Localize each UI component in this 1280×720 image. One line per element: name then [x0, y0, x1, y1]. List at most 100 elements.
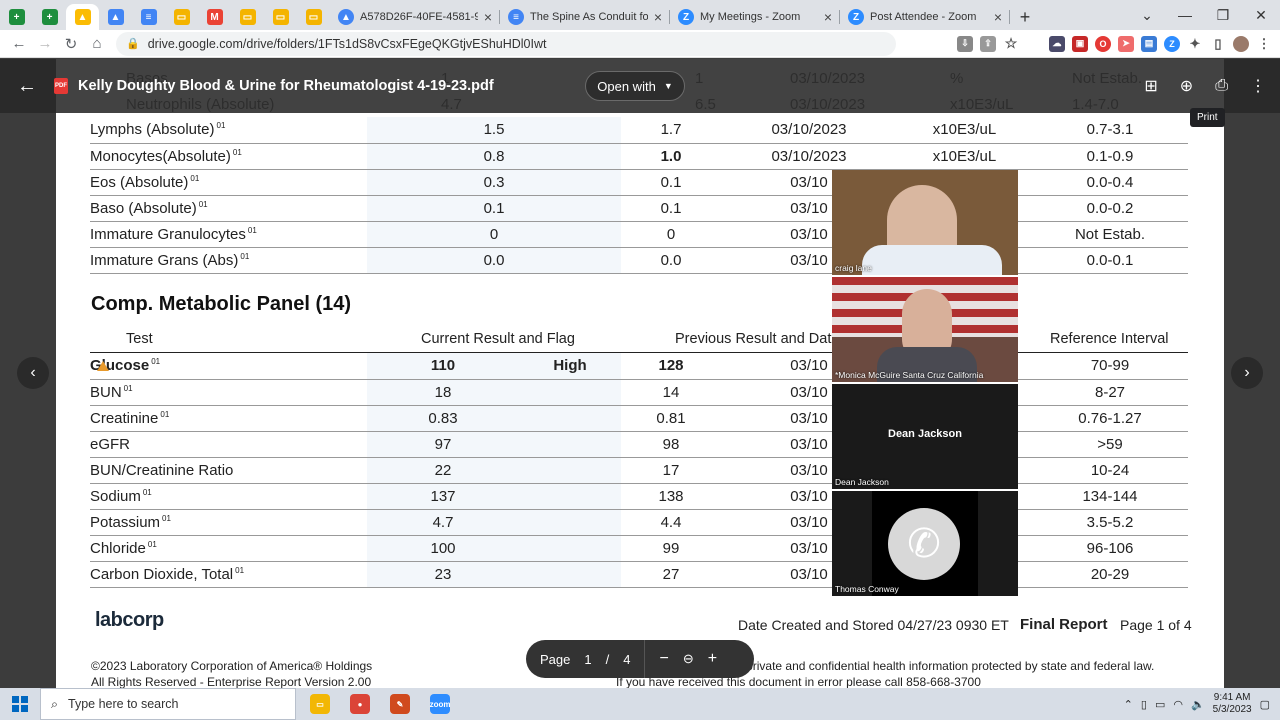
- browser-tab[interactable]: ▲ A578D26F-40FE-4581-92E3- ×: [330, 4, 500, 30]
- bookmark-star-icon[interactable]: ☆: [1003, 35, 1019, 52]
- drive-tab-icon: ▲: [107, 9, 124, 25]
- open-with-button[interactable]: Open with ▼: [585, 71, 685, 101]
- home-button[interactable]: ⌂: [86, 33, 108, 55]
- gmail-tab[interactable]: M: [198, 4, 231, 30]
- drive-tab-active[interactable]: ▲: [66, 4, 99, 30]
- magnifier-icon[interactable]: ⊖: [683, 651, 694, 667]
- extension-cloud-icon[interactable]: ☁: [1049, 35, 1065, 52]
- notifications-icon[interactable]: ▢: [1260, 698, 1270, 711]
- wifi-icon[interactable]: ◠: [1173, 698, 1183, 711]
- test-source-sup: 01: [147, 539, 157, 549]
- maximize-button[interactable]: ❐: [1204, 0, 1242, 30]
- extension-arrow-icon[interactable]: ➤: [1118, 35, 1134, 52]
- volume-icon[interactable]: 🔈: [1191, 698, 1205, 711]
- pen-app[interactable]: ✎: [380, 688, 420, 720]
- tab-search-icon[interactable]: ⌄: [1128, 0, 1166, 30]
- zoom-extension-icon[interactable]: Z: [1164, 35, 1180, 52]
- opera-icon[interactable]: O: [1095, 35, 1111, 52]
- new-tab-button[interactable]: +: [1010, 4, 1040, 30]
- test-name-text: Creatinine: [90, 409, 159, 427]
- open-with-label: Open with: [597, 78, 656, 94]
- page-navigator: Page 1 / 4 − ⊖ +: [526, 640, 754, 678]
- extension-blue-icon[interactable]: ▤: [1141, 35, 1157, 52]
- slides-tab-3[interactable]: ▭: [264, 4, 297, 30]
- tray-app-icon[interactable]: ▯: [1141, 698, 1147, 711]
- taskbar-search[interactable]: ⌕ Type here to search: [40, 688, 296, 720]
- windows-start-icon[interactable]: [0, 688, 40, 720]
- test-name: BUN/Creatinine Ratio: [90, 457, 367, 483]
- zoom-participant-tile[interactable]: craig lane: [832, 170, 1018, 275]
- zoom-app[interactable]: zoom: [420, 688, 460, 720]
- browser-tab[interactable]: Z My Meetings - Zoom ×: [670, 4, 840, 30]
- result-flag: [519, 379, 621, 405]
- minimize-button[interactable]: —: [1166, 0, 1204, 30]
- sheets-tab[interactable]: +: [0, 4, 33, 30]
- search-placeholder: Type here to search: [68, 697, 179, 711]
- result-flag: [519, 405, 621, 431]
- slides-tab[interactable]: ▭: [165, 4, 198, 30]
- reload-button[interactable]: ↻: [60, 33, 82, 55]
- more-options-icon[interactable]: ⋮: [1250, 76, 1266, 96]
- zoom-participant-tile[interactable]: Dean Jackson Dean Jackson: [832, 384, 1018, 489]
- participant-name: Dean Jackson: [835, 477, 889, 487]
- back-button[interactable]: ←: [8, 33, 30, 55]
- sheets-tab-2[interactable]: +: [33, 4, 66, 30]
- zoom-participant-tile[interactable]: *Monica McGuire Santa Cruz California: [832, 277, 1018, 382]
- previous-result: 138: [658, 487, 684, 505]
- slides-tab-2[interactable]: ▭: [231, 4, 264, 30]
- current-page-input[interactable]: 1: [584, 652, 591, 667]
- test-name: Glucose 01: [90, 353, 367, 379]
- puzzle-icon[interactable]: ✦: [1187, 35, 1203, 52]
- slides-tab-4[interactable]: ▭: [297, 4, 330, 30]
- print-icon[interactable]: ⎙: [1215, 77, 1228, 95]
- table-row: Chloride 01 100 99 03/10 96-106: [90, 535, 1188, 561]
- next-file-arrow-icon[interactable]: ›: [1231, 357, 1263, 389]
- chrome-app[interactable]: ●: [340, 688, 380, 720]
- file-explorer-app[interactable]: ▭: [300, 688, 340, 720]
- battery-icon[interactable]: ▭: [1155, 698, 1165, 711]
- tab-close-icon[interactable]: ×: [824, 9, 832, 25]
- prev-file-arrow-icon[interactable]: ‹: [17, 357, 49, 389]
- participant-center-name: Dean Jackson: [888, 428, 962, 440]
- test-source-sup: 01: [198, 199, 208, 209]
- tab-close-icon[interactable]: ×: [654, 9, 662, 25]
- browser-tab-bar: + + ▲ ▲ ≡ ▭ M ▭ ▭ ▭ ▲ A578D26F-40FE-4581-92E3- × ≡ Th…: [0, 0, 1280, 30]
- docs-tab[interactable]: ≡: [132, 4, 165, 30]
- more-menu-icon[interactable]: ⋮: [1256, 35, 1272, 52]
- test-name-text: Carbon Dioxide, Total: [90, 565, 234, 583]
- forward-button[interactable]: →: [34, 33, 56, 55]
- current-result: 97: [367, 431, 519, 457]
- docs-tab-icon: ≡: [140, 9, 157, 25]
- clock[interactable]: 9:41 AM 5/3/2023: [1213, 692, 1252, 716]
- drive-tab[interactable]: ▲: [99, 4, 132, 30]
- share-icon[interactable]: ⇪: [980, 35, 996, 52]
- zoom-out-button[interactable]: −: [659, 650, 668, 668]
- table-row: Creatinine 01 0.83 0.81 03/10 0.76-1.27: [90, 405, 1188, 431]
- current-result: 0: [367, 221, 621, 247]
- tray-chevron-icon[interactable]: ⌃: [1124, 698, 1133, 711]
- sidepanel-icon[interactable]: ▯: [1210, 35, 1226, 52]
- tab-favicon-icon: ▲: [338, 9, 354, 25]
- url-bar[interactable]: 🔒 drive.google.com/drive/folders/1FTs1dS…: [116, 31, 896, 56]
- browser-tab[interactable]: ≡ The Spine As Conduit for So ×: [500, 4, 670, 30]
- close-window-button[interactable]: ✕: [1242, 0, 1280, 30]
- tab-close-icon[interactable]: ×: [484, 9, 492, 25]
- test-source-sup: 01: [232, 147, 242, 157]
- zoom-in-button[interactable]: +: [708, 650, 717, 668]
- back-arrow-icon[interactable]: ←: [0, 75, 54, 98]
- browser-tab[interactable]: Z Post Attendee - Zoom ×: [840, 4, 1010, 30]
- file-title: Kelly Doughty Blood & Urine for Rheumato…: [78, 78, 494, 94]
- extension-red-icon[interactable]: ▣: [1072, 35, 1088, 52]
- comment-add-icon[interactable]: ⊕: [1180, 76, 1193, 96]
- add-to-drive-icon[interactable]: ⊞: [1144, 76, 1157, 96]
- previous-result: 0.81: [656, 409, 686, 427]
- zoom-participant-tile[interactable]: ✆ Thomas Conway: [832, 491, 1018, 596]
- extension-icons: ⇩ ⇪ ☆ ☁ ▣ O ➤ ▤ Z ✦ ▯ ⋮: [957, 35, 1272, 52]
- install-icon[interactable]: ⇩: [957, 35, 973, 52]
- profile-avatar[interactable]: [1233, 35, 1249, 52]
- tab-close-icon[interactable]: ×: [994, 9, 1002, 25]
- windows-taskbar: ⌕ Type here to search ▭ ● ✎ zoom ⌃ ▯ ▭ ◠ 🔈 …: [0, 688, 1280, 720]
- labcorp-logo: labcorp: [95, 609, 164, 631]
- test-source-sup: 01: [162, 513, 171, 523]
- test-source-sup: 01: [160, 409, 170, 419]
